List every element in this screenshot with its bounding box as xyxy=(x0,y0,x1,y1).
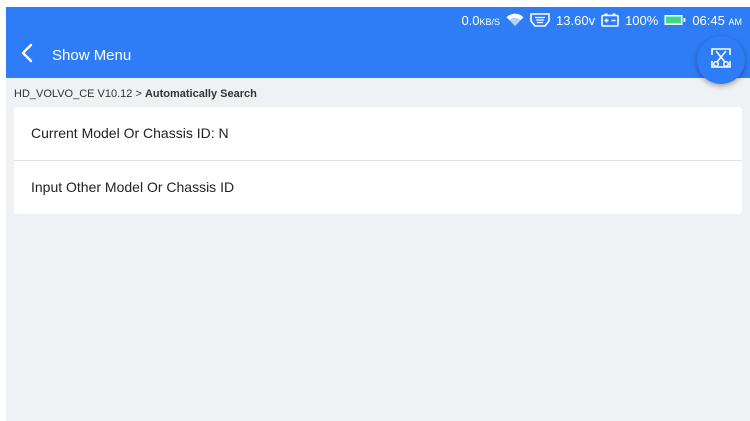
network-speed-value: 0.0 xyxy=(461,12,480,28)
page-title: Show Menu xyxy=(52,47,132,64)
clock: 06:45 AM xyxy=(692,13,742,28)
list-item-input-other-model[interactable]: Input Other Model Or Chassis ID xyxy=(14,160,742,213)
title-bar: Show Menu xyxy=(6,33,750,84)
voltage-text: 13.60v xyxy=(556,12,596,28)
option-list: Current Model Or Chassis ID: N Input Oth… xyxy=(14,107,742,214)
breadcrumb-current: Automatically Search xyxy=(144,88,257,100)
back-arrow-icon xyxy=(21,43,33,68)
wifi-icon xyxy=(506,13,524,27)
status-group: 0.0KB/S 13.60v 100% 06:45 AM xyxy=(461,7,742,33)
breadcrumb: HD_VOLVO_CE V10.12 > Automatically Searc… xyxy=(14,88,257,100)
network-speed: 0.0KB/S xyxy=(461,13,500,28)
car-battery-icon xyxy=(601,13,619,27)
clock-suffix: AM xyxy=(728,16,743,27)
list-item-current-model[interactable]: Current Model Or Chassis ID: N xyxy=(14,107,742,160)
screenshot-cut-button[interactable] xyxy=(697,36,745,84)
status-bar: 0.0KB/S 13.60v 100% 06:45 AM xyxy=(6,7,750,33)
app-screen: 0.0KB/S 13.60v 100% 06:45 AM Show Menu H… xyxy=(6,7,750,421)
battery-percent-text: 100% xyxy=(625,12,659,28)
vci-icon xyxy=(530,13,550,27)
scissors-icon xyxy=(708,45,734,76)
network-speed-unit: KB/S xyxy=(479,16,501,27)
battery-icon xyxy=(664,14,686,26)
back-button[interactable] xyxy=(14,33,40,78)
breadcrumb-path: HD_VOLVO_CE V10.12 > xyxy=(14,88,145,100)
clock-time: 06:45 xyxy=(692,12,725,28)
